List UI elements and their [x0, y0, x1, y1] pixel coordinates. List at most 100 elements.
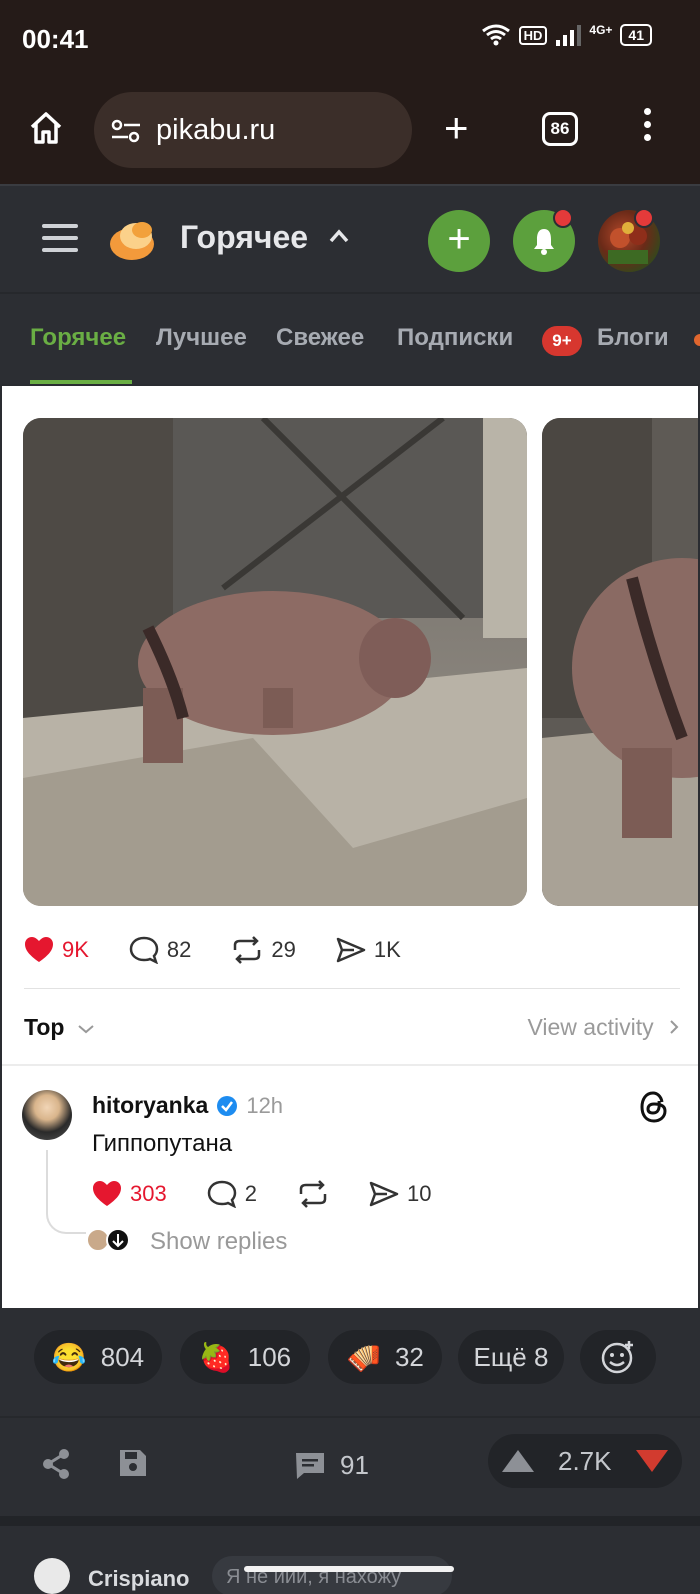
strawberry-emoji-icon: 🍓 [198, 1341, 234, 1373]
section-title[interactable]: Горячее [180, 219, 308, 256]
url-text: pikabu.ru [156, 114, 276, 146]
status-time: 00:41 [22, 24, 89, 54]
avatar-notification-dot [634, 208, 654, 228]
save-icon[interactable] [118, 1448, 148, 1478]
comment-repost-stat[interactable] [297, 1180, 329, 1208]
sort-label: Top [24, 1014, 65, 1040]
commenter-avatar[interactable] [22, 1090, 72, 1140]
tab-hot[interactable]: Горячее [30, 324, 126, 352]
home-icon[interactable] [28, 110, 64, 146]
like-stat[interactable]: 9K [24, 936, 89, 964]
show-replies-link[interactable]: Show replies [150, 1228, 287, 1256]
hamburger-menu-icon[interactable] [42, 224, 78, 260]
next-post-preview: Crispiano Я не иии, я нахожу [0, 1516, 700, 1594]
add-emoji-icon [601, 1341, 633, 1374]
comment-reply-count: 2 [244, 1181, 257, 1206]
reaction-count: 106 [247, 1341, 292, 1372]
add-post-button[interactable]: + [428, 210, 490, 272]
comment-stat[interactable]: 82 [129, 936, 191, 964]
browser-toolbar: pikabu.ru + 86 [0, 80, 700, 184]
comments-count: 91 [340, 1450, 369, 1480]
new-tab-icon[interactable]: + [444, 107, 469, 149]
signal-icon [556, 25, 582, 46]
share-count: 1K [373, 937, 401, 962]
comment-like-stat[interactable]: 303 [92, 1180, 167, 1208]
comments-icon [296, 1452, 324, 1479]
reply-avatars [86, 1228, 130, 1252]
battery-icon: 41 [620, 24, 652, 46]
menu-icon[interactable] [644, 108, 654, 141]
comment-like-count: 303 [130, 1181, 167, 1206]
heart-icon [25, 937, 53, 962]
active-tab-underline [30, 380, 132, 384]
comment-share-count: 10 [406, 1181, 432, 1206]
chevron-down-icon [78, 1025, 94, 1034]
category-tabs: Горячее Лучшее Свежее Подписки 9+ Блоги [0, 292, 700, 384]
threads-logo-icon[interactable] [638, 1090, 670, 1132]
divider [24, 988, 680, 989]
comment-text: Гиппопутана [92, 1130, 233, 1157]
send-icon [336, 937, 366, 963]
chevron-right-icon [670, 1020, 679, 1034]
repost-stat[interactable]: 29 [231, 936, 296, 964]
add-reaction-button[interactable] [580, 1330, 656, 1384]
embedded-post: 9K 82 29 1K Top View activity hitoryanka… [2, 386, 698, 1308]
thread-connector [46, 1150, 86, 1234]
comment-share-stat[interactable]: 10 [369, 1180, 431, 1208]
repost-count: 29 [271, 937, 296, 962]
tab-blogs[interactable]: Блоги [597, 324, 669, 352]
reaction-laugh[interactable]: 😂 804 [34, 1330, 162, 1384]
upvote-icon[interactable] [500, 1448, 536, 1474]
heart-icon [93, 1181, 121, 1206]
more-reactions-button[interactable]: Ещё 8 [458, 1330, 564, 1384]
wifi-icon [481, 24, 510, 46]
next-post-avatar[interactable] [34, 1558, 70, 1594]
tab-fresh[interactable]: Свежее [276, 324, 364, 352]
comment-count: 82 [166, 937, 192, 962]
laughing-emoji-icon: 😂 [51, 1341, 87, 1373]
tabs-icon[interactable]: 86 [542, 112, 578, 146]
blogs-indicator-dot [694, 334, 700, 346]
view-activity-link[interactable]: View activity [527, 1014, 680, 1041]
downvote-icon[interactable] [634, 1448, 670, 1474]
pikabu-logo[interactable] [108, 214, 158, 262]
reactions-bar: 😂 804 🍓 106 🪗 32 Ещё 8 [0, 1308, 700, 1416]
next-post-author[interactable]: Crispiano [88, 1566, 189, 1592]
reaction-accordion[interactable]: 🪗 32 [328, 1330, 442, 1384]
repost-icon [234, 936, 261, 964]
divider [2, 1064, 698, 1066]
rating-box: 2.7K [488, 1434, 682, 1488]
subscriptions-badge: 9+ [542, 326, 582, 356]
site-settings-icon[interactable] [110, 118, 142, 144]
share-stat[interactable]: 1K [336, 936, 401, 964]
comment-reply-stat[interactable]: 2 [207, 1180, 257, 1208]
reaction-count: 32 [394, 1341, 424, 1372]
comment-stats: 303 2 10 [92, 1180, 471, 1208]
view-activity-label: View activity [527, 1014, 654, 1040]
chevron-up-icon[interactable] [328, 228, 350, 244]
site-header: Горячее + [0, 184, 700, 292]
send-icon [369, 1181, 399, 1207]
like-count: 9K [62, 937, 89, 962]
sort-dropdown[interactable]: Top [24, 1014, 95, 1041]
comments-button[interactable]: 91 [294, 1450, 369, 1481]
comment-header: hitoryanka 12h [92, 1092, 283, 1119]
share-icon[interactable] [40, 1448, 72, 1480]
comment-bubble-icon [129, 936, 159, 964]
notification-dot [553, 208, 573, 228]
post-photo-hippo-2[interactable] [542, 418, 698, 906]
accordion-emoji-icon: 🪗 [346, 1341, 381, 1373]
status-icons: HD 4G+ 41 [481, 23, 652, 46]
reaction-strawberry[interactable]: 🍓 106 [180, 1330, 310, 1384]
comment-username[interactable]: hitoryanka [92, 1092, 208, 1119]
tab-subscriptions[interactable]: Подписки [397, 324, 513, 352]
verified-badge-icon [217, 1095, 238, 1116]
rating-count: 2.7K [558, 1446, 612, 1476]
notifications-button[interactable] [513, 208, 575, 272]
post-photo-hippo[interactable] [23, 418, 527, 906]
gesture-bar [244, 1566, 454, 1572]
address-bar[interactable]: pikabu.ru [94, 92, 412, 168]
reaction-count: 804 [100, 1341, 145, 1372]
tab-best[interactable]: Лучшее [156, 324, 247, 352]
comment-time: 12h [246, 1092, 284, 1118]
